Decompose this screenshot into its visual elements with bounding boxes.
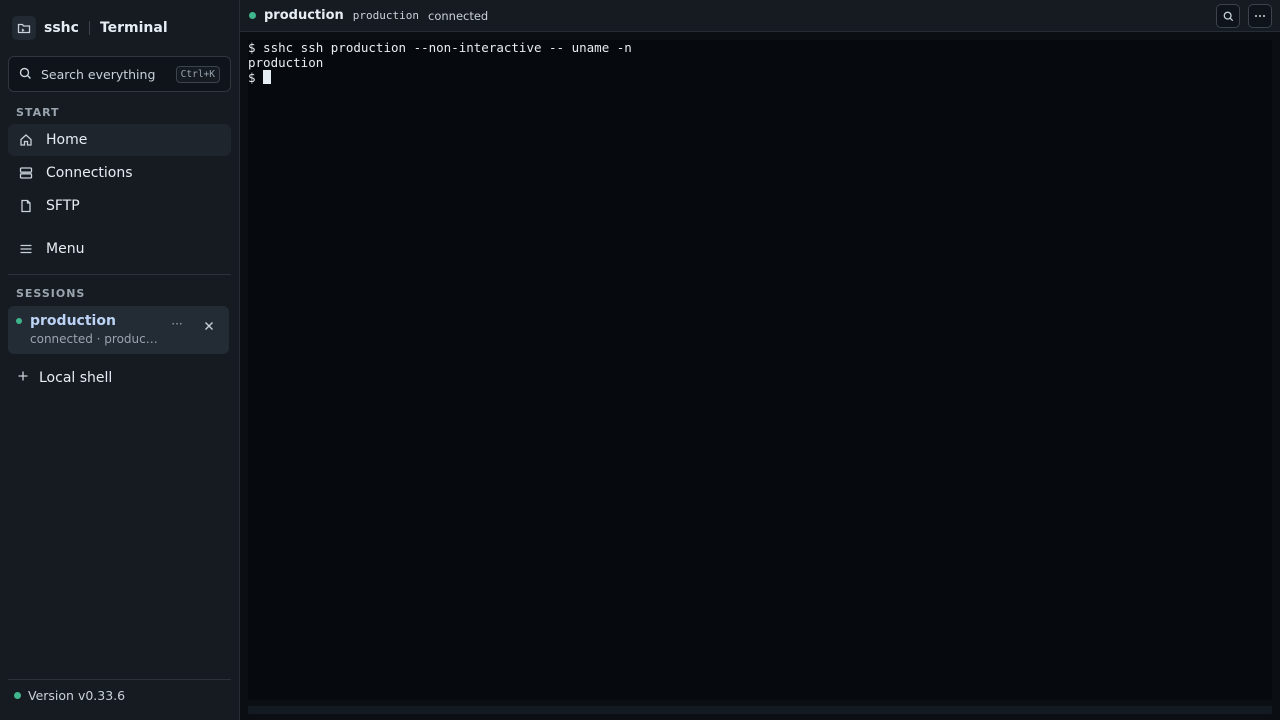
session-host: production [352,9,420,22]
sidebar-item-label: Connections [46,165,133,181]
terminal-line: production [248,55,324,70]
session-more-icon[interactable]: ··· [168,316,186,334]
terminal-output[interactable]: $ sshc ssh production --non-interactive … [248,40,1272,700]
version-status-dot [14,692,21,699]
main-panel: production production connected $ sshc s… [240,0,1280,720]
sidebar-item-home[interactable]: Home [8,124,231,156]
connection-status-dot [249,12,256,19]
brand-section: Terminal [99,20,168,36]
version-label: Version v0.33.6 [28,688,126,703]
session-status-dot [16,318,22,324]
sidebar-item-sftp[interactable]: SFTP [8,190,231,222]
sidebar-item-label: Home [46,132,88,148]
local-shell-button[interactable]: Local shell [8,362,231,394]
session-subtitle: connected · production [30,332,158,346]
terminal-folder-icon [12,16,36,40]
sidebar: sshc Terminal Search everything Ctrl+K S… [0,0,240,720]
app-window: sshc Terminal Search everything Ctrl+K S… [0,0,1280,720]
search-box[interactable]: Search everything Ctrl+K [8,56,231,92]
search-terminal-button[interactable] [1216,4,1240,28]
terminal-topbar: production production connected [240,0,1280,32]
sidebar-item-connections[interactable]: Connections [8,157,231,189]
close-icon[interactable] [200,317,218,335]
sidebar-divider [8,274,231,275]
file-icon [19,199,33,213]
search-placeholder: Search everything [41,66,156,82]
connection-status: connected [428,8,489,23]
menu-icon [19,242,33,256]
brand-name: sshc [44,20,79,36]
local-shell-label: Local shell [39,370,113,386]
terminal-prompt: $ [248,70,264,85]
session-item-production[interactable]: production connected · production ··· [8,306,229,354]
search-shortcut: Ctrl+K [175,65,220,83]
home-icon [19,133,33,147]
search-icon [1223,11,1233,21]
start-section-label: START [16,106,60,119]
more-icon [1255,15,1265,17]
sidebar-footer-divider [8,679,231,680]
session-name: production [30,313,116,329]
server-icon [19,166,33,180]
sidebar-item-menu[interactable]: Menu [8,233,231,265]
session-title: production [264,8,344,23]
brand-separator [88,21,90,35]
brand: sshc Terminal [12,16,168,40]
terminal-prompt-line: $ [248,70,1272,85]
search-icon [19,65,32,84]
more-options-button[interactable] [1248,4,1272,28]
sidebar-item-label: Menu [46,241,85,257]
terminal-horizontal-scrollbar[interactable] [248,706,1272,714]
plus-icon [17,370,29,386]
sidebar-item-label: SFTP [46,198,80,214]
terminal-line: $ sshc ssh production --non-interactive … [248,40,632,55]
sessions-section-label: SESSIONS [16,287,86,300]
version-info: Version v0.33.6 [14,688,125,703]
terminal-cursor [263,70,272,84]
